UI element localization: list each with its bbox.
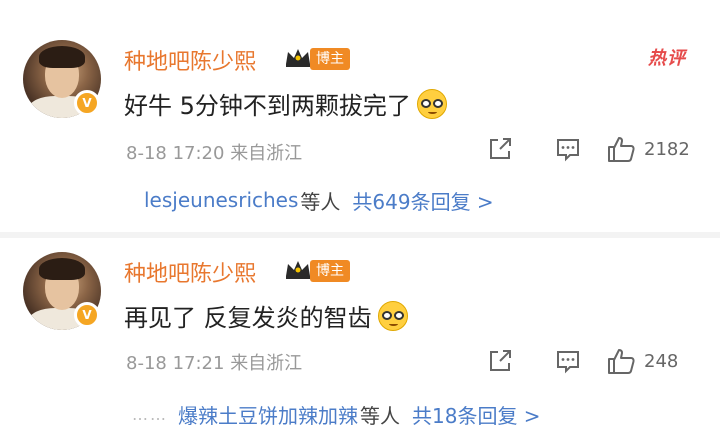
blogger-badge: 博主	[310, 48, 350, 70]
reply-total-link[interactable]: 共18条回复 >	[412, 400, 541, 429]
comment-icon	[557, 139, 579, 162]
comment-item: V 种地吧陈少熙 博主 再见了 反复发炎的智齿 8-18 17:21 来自浙江	[0, 238, 720, 443]
nerd-face-emoji-icon	[377, 300, 408, 331]
comment-actions: 248	[480, 346, 710, 376]
comment-text: 再见了 反复发炎的智齿	[124, 298, 408, 333]
like-count: 2182	[644, 138, 690, 160]
comment-location: 来自浙江	[230, 143, 303, 164]
thumbs-up-icon	[608, 349, 635, 374]
comment-body: 再见了 反复发炎的智齿	[124, 304, 372, 332]
comment-button[interactable]	[554, 346, 582, 376]
comment-item: V 种地吧陈少熙 博主 热评 好牛 5分钟不到两颗拔完了 8-18 17:20 …	[0, 0, 720, 232]
reply-etc: 等人	[300, 189, 341, 214]
comment-actions: 2182	[480, 134, 710, 164]
verified-icon: V	[74, 90, 100, 116]
comment-meta: 8-18 17:20 来自浙江	[126, 139, 302, 165]
share-icon	[490, 138, 511, 159]
share-icon	[490, 350, 511, 371]
comment-time: 8-18 17:21	[126, 353, 225, 374]
reply-user[interactable]: 爆辣土豆饼加辣加辣	[178, 400, 358, 429]
thumbs-up-icon	[608, 137, 635, 162]
share-button[interactable]	[486, 134, 514, 164]
comment-icon	[557, 351, 579, 374]
verified-icon: V	[74, 302, 100, 328]
nerd-face-emoji-icon	[416, 88, 447, 119]
share-button[interactable]	[486, 346, 514, 376]
reply-etc: 等人	[360, 403, 400, 428]
comment-meta: 8-18 17:21 来自浙江	[126, 349, 302, 375]
reply-user[interactable]: lesjeunesriches	[144, 188, 298, 212]
reply-summary[interactable]: lesjeunesriches 等人 共649条回复 >	[124, 178, 714, 222]
crown-icon	[286, 49, 310, 67]
like-count: 248	[644, 350, 679, 372]
hot-comment-label: 热评	[648, 48, 686, 69]
like-button[interactable]: 2182	[606, 134, 690, 164]
comment-button[interactable]	[554, 134, 582, 164]
username[interactable]: 种地吧陈少熙	[124, 256, 256, 288]
comment-body: 好牛 5分钟不到两颗拔完了	[124, 92, 411, 120]
crown-icon	[286, 261, 310, 279]
comment-location: 来自浙江	[230, 353, 303, 374]
comment-time: 8-18 17:20	[126, 143, 225, 164]
username[interactable]: 种地吧陈少熙	[124, 44, 256, 76]
comment-text: 好牛 5分钟不到两颗拔完了	[124, 86, 447, 121]
blogger-badge: 博主	[310, 260, 350, 282]
reply-summary[interactable]: …… 爆辣土豆饼加辣加辣 等人 共18条回复 >	[124, 392, 714, 436]
like-button[interactable]: 248	[606, 346, 678, 376]
reply-dots: ……	[132, 404, 168, 424]
reply-total-link[interactable]: 共649条回复 >	[352, 186, 493, 215]
